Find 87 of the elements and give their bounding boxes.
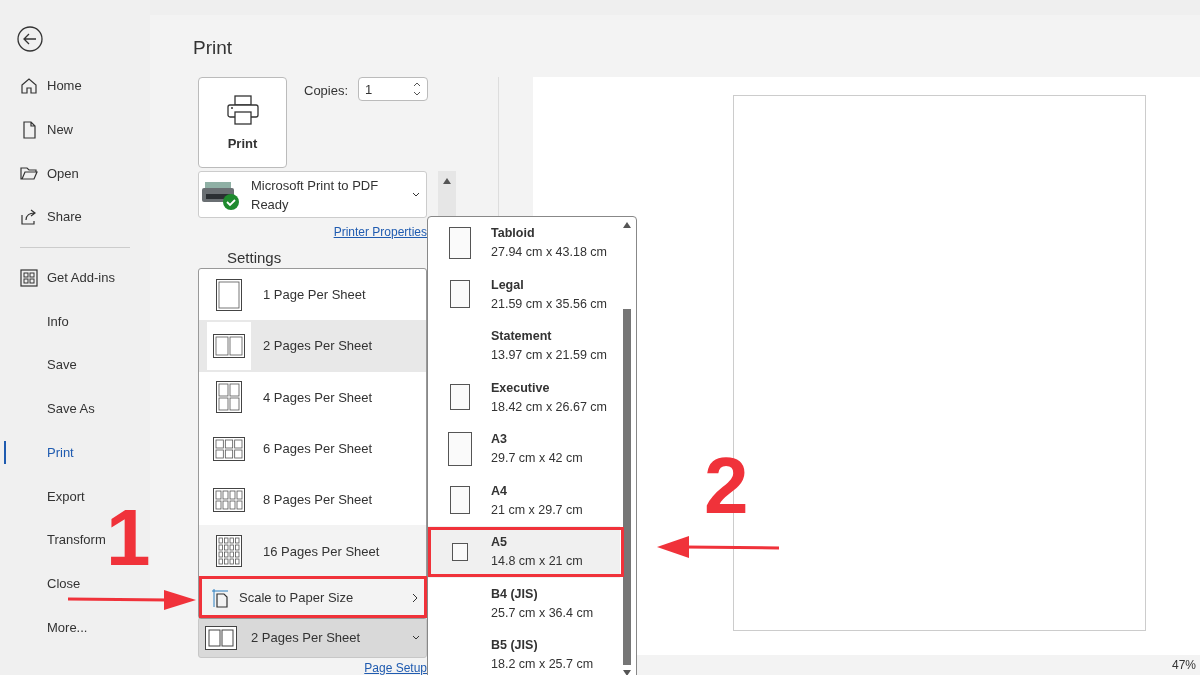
page-layout-icon [216, 278, 242, 311]
paper-name: Tabloid [491, 226, 536, 241]
printer-dropdown[interactable]: Microsoft Print to PDF Ready [198, 171, 427, 218]
nav-item[interactable]: Home [0, 64, 82, 108]
paper-dimensions: 27.94 cm x 43.18 cm [491, 245, 608, 260]
paper-size-item[interactable]: B4 (JIS) 25.7 cm x 36.4 cm [428, 577, 620, 629]
page-layout-icon [213, 333, 245, 358]
scroll-down-icon [622, 669, 632, 675]
printer-properties-link[interactable]: Printer Properties [333, 225, 427, 239]
scrollbar[interactable] [438, 171, 456, 217]
two-pages-icon [205, 625, 237, 650]
nav-item[interactable]: Transform [0, 517, 106, 562]
paper-dimensions: 18.2 cm x 25.7 cm [491, 657, 594, 672]
paper-name: B5 (JIS) [491, 638, 539, 653]
paper-icon [448, 226, 471, 259]
paper-dimensions: 25.7 cm x 36.4 cm [491, 605, 594, 620]
paper-dimensions: 18.42 cm x 26.67 cm [491, 399, 608, 414]
share-icon [20, 207, 38, 226]
nav-item[interactable]: More... [0, 605, 88, 649]
printer-icon [225, 94, 260, 126]
nav-item[interactable]: Print [0, 430, 74, 475]
paper-icon [449, 280, 470, 309]
paper-icon [449, 384, 470, 411]
paper-name: Legal [491, 277, 525, 292]
copies-label: Copies: [304, 83, 349, 98]
paper-size-item[interactable]: A3 29.7 cm x 42 cm [428, 423, 620, 475]
nav-item[interactable]: Get Add-ins [0, 255, 115, 300]
paper-size-item[interactable]: Tabloid 27.94 cm x 43.18 cm [428, 217, 620, 269]
back-icon[interactable] [17, 26, 43, 52]
paper-size-item[interactable]: Statement 13.97 cm x 21.59 cm [428, 320, 620, 372]
page-layout-icon [213, 487, 245, 512]
paper-icon [447, 431, 472, 466]
paper-dimensions: 29.7 cm x 42 cm [491, 451, 583, 466]
menu-item[interactable]: 6 Pages Per Sheet [199, 422, 426, 475]
nav-item[interactable]: Save As [0, 386, 95, 431]
chevron-down-icon [412, 634, 420, 641]
paper-size-item[interactable]: Executive 18.42 cm x 26.67 cm [428, 371, 620, 423]
menu-item[interactable]: 16 Pages Per Sheet [199, 525, 426, 577]
page-title: Print [193, 37, 234, 60]
paper-dimensions: 21.59 cm x 35.56 cm [491, 296, 608, 311]
page-layout-icon [216, 535, 242, 568]
scroll-up-icon [442, 177, 452, 185]
paper-icon [449, 486, 470, 515]
paper-size-item[interactable]: B5 (JIS) 18.2 cm x 25.7 cm [428, 629, 620, 675]
spinner-arrows-icon [413, 81, 422, 97]
page-layout-icon [216, 381, 242, 414]
nav-item[interactable]: Close [0, 561, 81, 606]
step-number: 1 [106, 498, 151, 578]
document-icon [20, 120, 38, 139]
paper-name: Executive [491, 380, 551, 395]
nav-item[interactable]: Export [0, 474, 85, 518]
paper-size-item[interactable]: A4 21 cm x 29.7 cm [428, 474, 620, 526]
zoom-level[interactable]: 47% [1171, 658, 1196, 672]
add-ins-icon [20, 268, 38, 287]
paper-name: B4 (JIS) [491, 586, 539, 601]
paper-name: Statement [491, 329, 553, 344]
paper-dimensions: 14.8 cm x 21 cm [491, 554, 583, 569]
nav-item[interactable]: Share [0, 195, 82, 239]
menu-item[interactable]: 1 Page Per Sheet [199, 269, 426, 321]
menu-item[interactable]: 8 Pages Per Sheet [199, 474, 426, 526]
scale-page-icon [211, 587, 229, 608]
scroll-up-icon [622, 221, 632, 229]
step-number: 2 [704, 446, 749, 526]
home-icon [20, 76, 38, 95]
printer-status: Ready [251, 196, 290, 212]
nav-item[interactable]: Info [0, 299, 69, 344]
nav-item[interactable]: Open [0, 151, 79, 196]
chevron-down-icon [412, 191, 420, 198]
printer-name: Microsoft Print to PDF [251, 177, 380, 193]
paper-dimensions: 13.97 cm x 21.59 cm [491, 348, 608, 363]
paper-name: A4 [491, 483, 508, 498]
menu-item[interactable]: 4 Pages Per Sheet [199, 371, 426, 423]
page-setup-link[interactable]: Page Setup [364, 661, 427, 675]
nav-item[interactable]: Save [0, 343, 77, 387]
pages-per-sheet-dropdown[interactable]: 2 Pages Per Sheet [198, 617, 427, 658]
paper-dimensions: 21 cm x 29.7 cm [491, 502, 583, 517]
paper-name: A3 [491, 432, 508, 447]
copies-field[interactable]: 1 [358, 77, 429, 101]
nav-item[interactable]: New [0, 107, 73, 152]
folder-icon [20, 164, 38, 183]
paper-size-item[interactable]: Legal 21.59 cm x 35.56 cm [428, 268, 620, 320]
paper-name: A5 [491, 535, 508, 550]
print-button[interactable]: Print [198, 77, 287, 168]
page-layout-icon [213, 436, 245, 461]
chevron-right-icon [412, 592, 418, 603]
paper-icon [451, 542, 468, 561]
menu-item[interactable]: 2 Pages Per Sheet [199, 320, 426, 372]
